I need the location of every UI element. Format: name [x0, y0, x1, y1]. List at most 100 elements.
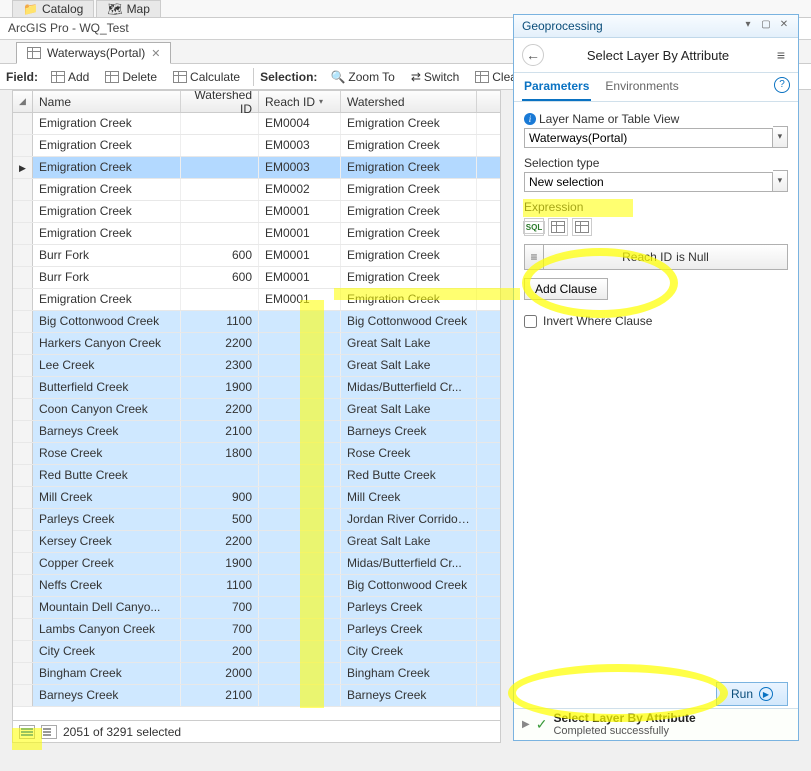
tab-parameters[interactable]: Parameters	[522, 73, 591, 101]
row-handle[interactable]	[13, 311, 33, 332]
cell-reach-id[interactable]	[259, 597, 341, 618]
cell-watershed[interactable]: City Creek	[341, 641, 477, 662]
cell-name[interactable]: Mountain Dell Canyo...	[33, 597, 181, 618]
table-tab[interactable]: Waterways(Portal) ✕	[16, 42, 171, 64]
table-row[interactable]: Lee Creek2300Great Salt Lake	[13, 355, 500, 377]
cell-name[interactable]: Emigration Creek	[33, 223, 181, 244]
row-handle[interactable]	[13, 245, 33, 266]
cell-reach-id[interactable]	[259, 355, 341, 376]
cell-reach-id[interactable]	[259, 641, 341, 662]
cell-watershed[interactable]: Barneys Creek	[341, 421, 477, 442]
cell-watershed[interactable]: Big Cottonwood Creek	[341, 311, 477, 332]
cell-reach-id[interactable]: EM0001	[259, 245, 341, 266]
cell-watershed-id[interactable]: 1900	[181, 377, 259, 398]
cell-name[interactable]: Emigration Creek	[33, 157, 181, 178]
table-row[interactable]: Emigration CreekEM0001Emigration Creek	[13, 223, 500, 245]
cell-reach-id[interactable]	[259, 465, 341, 486]
table-row[interactable]: Bingham Creek2000Bingham Creek	[13, 663, 500, 685]
cell-watershed-id[interactable]: 500	[181, 509, 259, 530]
cell-reach-id[interactable]	[259, 333, 341, 354]
table-row[interactable]: Barneys Creek2100Barneys Creek	[13, 685, 500, 707]
cell-watershed-id[interactable]: 600	[181, 245, 259, 266]
switch-button[interactable]: ⇄Switch	[404, 67, 466, 87]
row-handle[interactable]	[13, 223, 33, 244]
add-field-button[interactable]: Add	[44, 67, 96, 87]
table-row[interactable]: Harkers Canyon Creek2200Great Salt Lake	[13, 333, 500, 355]
cell-watershed[interactable]: Midas/Butterfield Cr...	[341, 553, 477, 574]
row-handle[interactable]	[13, 663, 33, 684]
table-row[interactable]: Emigration CreekEM0003Emigration Creek	[13, 135, 500, 157]
cell-name[interactable]: Coon Canyon Creek	[33, 399, 181, 420]
cell-watershed[interactable]: Midas/Butterfield Cr...	[341, 377, 477, 398]
cell-reach-id[interactable]	[259, 399, 341, 420]
cell-reach-id[interactable]	[259, 443, 341, 464]
cell-name[interactable]: Harkers Canyon Creek	[33, 333, 181, 354]
cell-name[interactable]: Emigration Creek	[33, 289, 181, 310]
row-handle[interactable]	[13, 641, 33, 662]
row-handle[interactable]	[13, 333, 33, 354]
col-watershed-id[interactable]: Watershed ID	[181, 91, 259, 112]
table-row[interactable]: Neffs Creek1100Big Cottonwood Creek	[13, 575, 500, 597]
cell-reach-id[interactable]: EM0001	[259, 223, 341, 244]
row-handle[interactable]	[13, 531, 33, 552]
cell-watershed[interactable]: Great Salt Lake	[341, 399, 477, 420]
cell-watershed[interactable]: Great Salt Lake	[341, 333, 477, 354]
row-handle[interactable]	[13, 553, 33, 574]
cell-name[interactable]: Bingham Creek	[33, 663, 181, 684]
table-row[interactable]: City Creek200City Creek	[13, 641, 500, 663]
cell-watershed-id[interactable]: 2200	[181, 531, 259, 552]
table-row[interactable]: Parleys Creek500Jordan River Corridor...	[13, 509, 500, 531]
tab-catalog[interactable]: 📁Catalog	[12, 0, 94, 17]
cell-reach-id[interactable]: EM0001	[259, 201, 341, 222]
row-handle[interactable]	[13, 443, 33, 464]
cell-reach-id[interactable]: EM0004	[259, 113, 341, 134]
cell-name[interactable]: Kersey Creek	[33, 531, 181, 552]
row-handle[interactable]	[13, 135, 33, 156]
cell-name[interactable]: Lee Creek	[33, 355, 181, 376]
row-handle[interactable]	[13, 267, 33, 288]
calculate-button[interactable]: Calculate	[166, 67, 247, 87]
back-button[interactable]: ←	[522, 44, 544, 66]
close-pane-icon[interactable]: ✕	[778, 20, 790, 32]
cell-watershed[interactable]: Emigration Creek	[341, 289, 477, 310]
cell-reach-id[interactable]: EM0001	[259, 267, 341, 288]
table-row[interactable]: Mill Creek900Mill Creek	[13, 487, 500, 509]
cell-reach-id[interactable]: EM0001	[259, 289, 341, 310]
row-handle[interactable]	[13, 575, 33, 596]
cell-watershed[interactable]: Barneys Creek	[341, 685, 477, 706]
cell-name[interactable]: Emigration Creek	[33, 135, 181, 156]
row-handle[interactable]	[13, 179, 33, 200]
cell-watershed[interactable]: Jordan River Corridor...	[341, 509, 477, 530]
cell-watershed[interactable]: Emigration Creek	[341, 157, 477, 178]
cell-watershed[interactable]: Red Butte Creek	[341, 465, 477, 486]
row-handle[interactable]	[13, 509, 33, 530]
table-row[interactable]: Emigration CreekEM0003Emigration Creek	[13, 157, 500, 179]
cell-watershed[interactable]: Emigration Creek	[341, 179, 477, 200]
cell-watershed[interactable]: Bingham Creek	[341, 663, 477, 684]
table-row[interactable]: Emigration CreekEM0001Emigration Creek	[13, 289, 500, 311]
cell-reach-id[interactable]	[259, 663, 341, 684]
sql-view-button[interactable]: SQL	[524, 218, 544, 236]
cell-name[interactable]: Neffs Creek	[33, 575, 181, 596]
row-handle[interactable]	[13, 289, 33, 310]
cell-watershed-id[interactable]	[181, 179, 259, 200]
table-row[interactable]: Kersey Creek2200 Great Salt Lake	[13, 531, 500, 553]
cell-watershed-id[interactable]: 1800	[181, 443, 259, 464]
table-body[interactable]: Emigration CreekEM0004Emigration CreekEm…	[13, 113, 500, 720]
cell-reach-id[interactable]	[259, 619, 341, 640]
cell-name[interactable]: Red Butte Creek	[33, 465, 181, 486]
row-handle[interactable]	[13, 421, 33, 442]
layer-input[interactable]	[524, 128, 773, 148]
row-handle[interactable]	[13, 201, 33, 222]
cell-watershed[interactable]: Great Salt Lake	[341, 531, 477, 552]
table-row[interactable]: Lambs Canyon Creek700Parleys Creek	[13, 619, 500, 641]
invert-checkbox[interactable]	[524, 315, 537, 328]
cell-watershed-id[interactable]: 2100	[181, 685, 259, 706]
delete-field-button[interactable]: Delete	[98, 67, 164, 87]
table-row[interactable]: Butterfield Creek1900Midas/Butterfield C…	[13, 377, 500, 399]
cell-watershed[interactable]: Emigration Creek	[341, 201, 477, 222]
cell-watershed-id[interactable]	[181, 223, 259, 244]
clause-box[interactable]: Reach ID is Null	[544, 244, 788, 270]
table-row[interactable]: Emigration CreekEM0004Emigration Creek	[13, 113, 500, 135]
cell-watershed-id[interactable]: 1100	[181, 575, 259, 596]
